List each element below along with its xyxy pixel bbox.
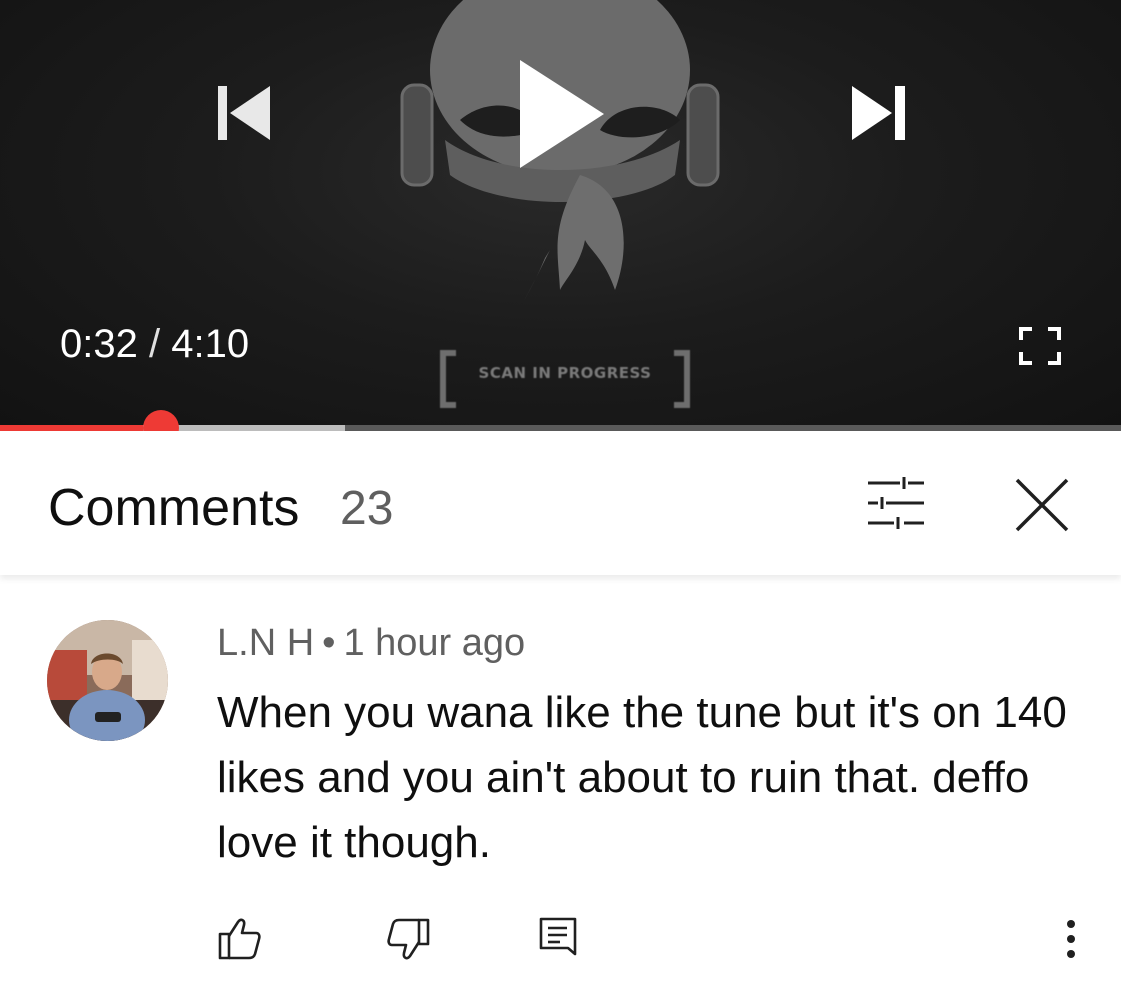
next-button[interactable] xyxy=(850,84,912,142)
skip-next-icon xyxy=(852,86,905,140)
comment-author[interactable]: L.N H xyxy=(217,622,314,664)
current-time: 0:32 xyxy=(60,322,138,366)
thumbs-up-icon xyxy=(218,918,261,960)
more-options-button[interactable] xyxy=(1054,914,1088,964)
play-button[interactable] xyxy=(516,56,608,172)
dislike-button[interactable] xyxy=(384,914,434,964)
close-comments-button[interactable] xyxy=(1012,475,1072,535)
meta-separator: • xyxy=(322,622,336,664)
playback-time: 0:32 / 4:10 xyxy=(60,322,249,367)
comments-count: 23 xyxy=(340,482,394,535)
sort-filter-icon xyxy=(868,477,924,529)
scan-in-progress-overlay: SCAN IN PROGRESS xyxy=(440,350,690,408)
time-separator: / xyxy=(148,322,161,366)
duration: 4:10 xyxy=(171,322,250,366)
play-icon xyxy=(520,60,604,168)
sort-comments-button[interactable] xyxy=(864,475,928,531)
comment-meta: L.N H • 1 hour ago xyxy=(217,622,525,665)
close-icon xyxy=(1015,478,1069,532)
thumbs-down-icon xyxy=(387,918,430,960)
like-button[interactable] xyxy=(214,914,264,964)
avatar[interactable] xyxy=(47,620,168,741)
video-player[interactable]: SCAN IN PROGRESS 0:32 / 4:10 xyxy=(0,0,1121,430)
youtube-mobile-screen: SCAN IN PROGRESS 0:32 / 4:10 Comments 23… xyxy=(0,0,1121,996)
avatar-photo xyxy=(47,620,168,741)
comment-text: When you wana like the tune but it's on … xyxy=(217,688,1067,867)
reply-button[interactable] xyxy=(536,914,580,964)
fullscreen-icon xyxy=(1019,327,1061,365)
reply-comment-icon xyxy=(539,917,577,956)
comments-title: Comments xyxy=(48,479,300,537)
comments-header: Comments 23 xyxy=(0,431,1121,575)
comment-timestamp: 1 hour ago xyxy=(343,622,526,664)
skip-previous-icon xyxy=(218,86,270,140)
more-vertical-icon xyxy=(1067,920,1075,958)
fullscreen-button[interactable] xyxy=(1018,326,1062,366)
previous-button[interactable] xyxy=(212,84,274,142)
